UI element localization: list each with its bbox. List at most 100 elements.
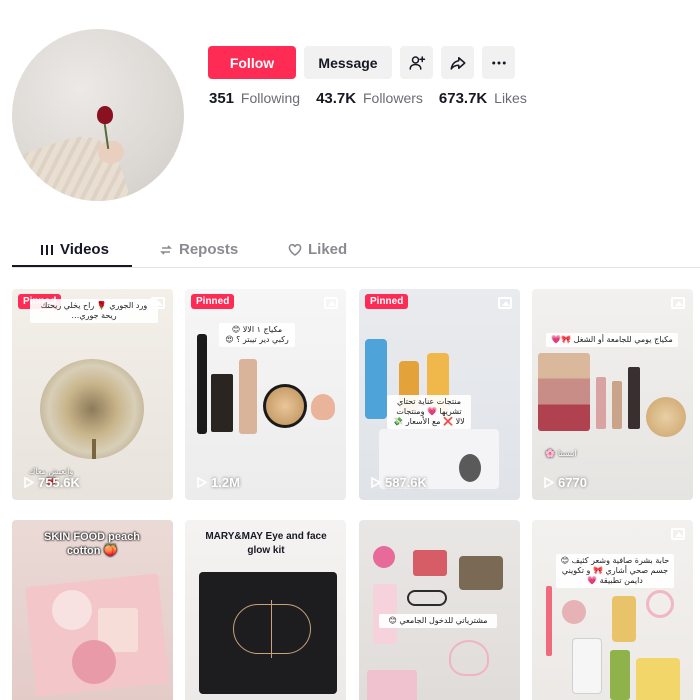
thumbnail-art (546, 586, 552, 656)
thumbnail-art (365, 339, 387, 419)
thumbnail-art (538, 353, 590, 431)
view-count-label: 587.6K (385, 475, 427, 490)
video-caption: منتجات عناية تحتاي تشريها 💗 ومنتجات لالا… (387, 395, 471, 429)
likes-label: Likes (494, 90, 527, 106)
avatar-hand (98, 141, 124, 163)
thumbnail-art (596, 377, 606, 429)
photo-icon (671, 297, 685, 309)
likes-count: 673.7K (438, 90, 488, 107)
video-card[interactable]: MARY&MAY Eye and face glow kit (185, 520, 346, 700)
video-bottom-caption: ابنستا 🌸 (545, 449, 577, 458)
more-icon (491, 61, 506, 64)
repost-icon (160, 244, 172, 255)
liked-heart-icon (288, 243, 302, 256)
thumbnail-art (449, 640, 489, 676)
likes-stat: 673.7K Likes (439, 90, 527, 107)
thumbnail-art (211, 374, 233, 432)
video-card[interactable]: Pinned مكياج ١ الالا 😊 ركبي دير تيبتر ؟ … (185, 289, 346, 500)
more-button[interactable] (482, 46, 515, 79)
thumbnail-art (636, 658, 680, 700)
video-card[interactable]: حابة بشرة صافية وشعر كثيف 😊 جسم صحي أشار… (532, 520, 693, 700)
thumbnail-art (562, 600, 586, 624)
view-count: 1.2M (197, 475, 240, 490)
tab-videos-label: Videos (60, 241, 109, 258)
video-caption: مكياج يومي للجامعة أو الشغل 🎀💗 (546, 333, 678, 347)
photo-icon (498, 297, 512, 309)
thumbnail-art (413, 550, 447, 576)
thumbnail-art (610, 650, 630, 700)
tab-reposts[interactable]: Reposts (159, 241, 238, 258)
thumbnail-art (572, 638, 602, 694)
follow-button[interactable]: Follow (208, 46, 296, 79)
video-caption: مكياج ١ الالا 😊 ركبي دير تيبتر ؟ 😍 (219, 323, 295, 347)
share-button[interactable] (441, 46, 474, 79)
video-card[interactable]: مشترياتي للدخول الجامعي 😊 (359, 520, 520, 700)
play-icon (371, 477, 381, 488)
tab-liked[interactable]: Liked (288, 241, 347, 258)
photo-icon (324, 297, 338, 309)
thumbnail-art (628, 367, 640, 429)
thumbnail-art (646, 397, 686, 437)
avatar-rose (97, 106, 113, 124)
thumbnail-art (92, 439, 96, 459)
message-button[interactable]: Message (304, 46, 392, 79)
thumbnail-art (612, 381, 622, 429)
video-title-caption: SKIN FOOD peach cotton 🍑 (44, 531, 140, 557)
active-tab-indicator (12, 265, 132, 267)
video-caption: حابة بشرة صافية وشعر كثيف 😊 جسم صحي أشار… (556, 554, 674, 588)
pinned-badge: Pinned (191, 294, 235, 309)
video-card[interactable]: مكياج يومي للجامعة أو الشغل 🎀💗 ابنستا 🌸 … (532, 289, 693, 500)
profile-stats: 351 Following 43.7K Followers 673.7K Lik… (209, 90, 527, 107)
thumbnail-art (197, 334, 207, 434)
suggested-accounts-button[interactable] (400, 46, 433, 79)
view-count: 6770 (544, 475, 587, 490)
view-count-label: 6770 (558, 475, 587, 490)
video-title-caption: MARY&MAY Eye and face glow kit (205, 531, 327, 556)
thumbnail-art (612, 596, 636, 642)
video-card[interactable]: Pinned ورد الجوري 🌹 راح يخلي ريحتك ريحة … (12, 289, 173, 500)
thumbnail-art (459, 556, 503, 590)
video-caption: ورد الجوري 🌹 راح يخلي ريحتك ريحة جوري… (30, 299, 158, 323)
play-icon (544, 477, 554, 488)
add-user-icon (409, 55, 425, 70)
view-count: 587.6K (371, 475, 427, 490)
thumbnail-art (263, 384, 307, 428)
followers-count: 43.7K (316, 90, 357, 107)
thumbnail-art (373, 546, 395, 568)
followers-label: Followers (362, 90, 423, 106)
thumbnail-art (407, 590, 447, 606)
following-label: Following (240, 90, 301, 106)
thumbnail-art (311, 394, 335, 420)
photo-icon (151, 297, 165, 309)
thumbnail-art (233, 604, 311, 654)
view-count: 755.6K (24, 475, 80, 490)
play-icon (24, 477, 34, 488)
profile-tabs: Videos Reposts Liked (12, 238, 700, 268)
tab-videos[interactable]: Videos (40, 241, 109, 258)
view-count-label: 755.6K (38, 475, 80, 490)
tab-liked-label: Liked (308, 241, 348, 258)
following-count: 351 (209, 90, 235, 107)
thumbnail-art (459, 454, 481, 482)
photo-icon (671, 528, 685, 540)
thumbnail-art (271, 600, 272, 658)
followers-stat[interactable]: 43.7K Followers (316, 90, 423, 107)
thumbnail-art (239, 359, 257, 434)
play-icon (197, 477, 207, 488)
video-card[interactable]: SKIN FOOD peach cotton 🍑 (12, 520, 173, 700)
avatar[interactable] (12, 29, 184, 201)
video-caption: مشترياتي للدخول الجامعي 😊 (379, 614, 497, 628)
view-count-label: 1.2M (211, 475, 240, 490)
thumbnail-art (72, 640, 116, 684)
share-icon (450, 56, 465, 70)
videos-grid-icon (41, 244, 53, 255)
avatar-sweater (12, 126, 136, 201)
video-card[interactable]: Pinned منتجات عناية تحتاي تشريها 💗 ومنتج… (359, 289, 520, 500)
thumbnail-art (367, 670, 417, 700)
profile-actions: Follow Message (208, 46, 515, 79)
pinned-badge: Pinned (365, 294, 409, 309)
tab-reposts-label: Reposts (179, 241, 239, 258)
following-stat[interactable]: 351 Following (209, 90, 300, 107)
thumbnail-art (646, 590, 674, 618)
thumbnail-art (52, 590, 92, 630)
